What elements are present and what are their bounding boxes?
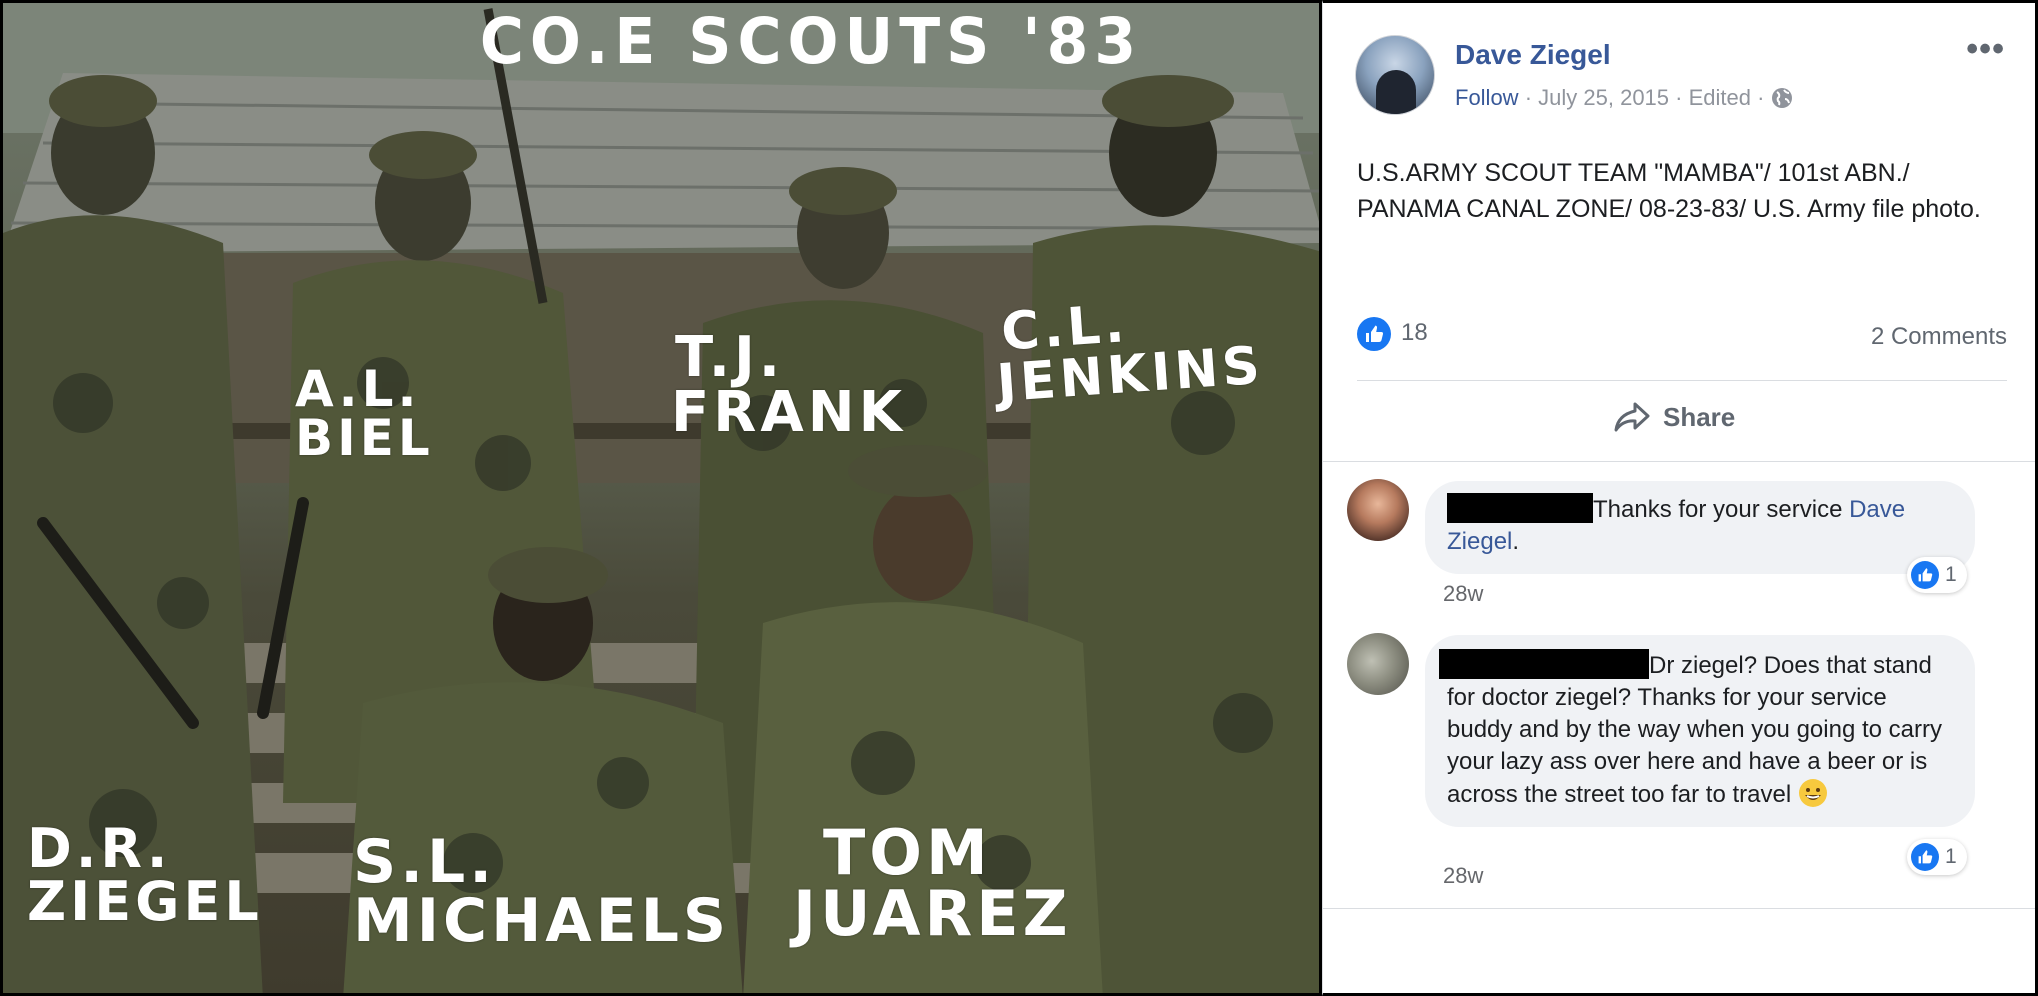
author-name[interactable]: Dave Ziegel	[1455, 39, 1611, 71]
comment-reaction[interactable]: 1	[1907, 839, 1967, 875]
comments-count-link[interactable]: 2 Comments	[1871, 323, 2007, 351]
meta-separator: ·	[1675, 85, 1683, 110]
post-text: U.S.ARMY SCOUT TEAM "MAMBA"/ 101st ABN./…	[1357, 159, 1981, 223]
comment-bubble: Thanks for your service Dave Ziegel.	[1425, 481, 1975, 574]
divider	[1357, 380, 2007, 381]
label-ziegel: D.R. ZIEGEL	[27, 817, 263, 933]
reaction-count: 1	[1945, 563, 1957, 586]
redacted-name	[1447, 493, 1593, 523]
share-button[interactable]: Share	[1613, 401, 1735, 433]
divider	[1323, 461, 2035, 462]
share-icon	[1614, 402, 1650, 432]
label-jenkins: C.L. JENKINS	[994, 294, 1266, 415]
share-label: Share	[1663, 401, 1736, 432]
commenter-avatar[interactable]	[1347, 479, 1409, 541]
comment-reaction[interactable]: 1	[1907, 557, 1967, 593]
post-meta: Follow · July 25, 2015 · Edited ·	[1455, 85, 1793, 111]
post-panel: Dave Ziegel Follow · July 25, 2015 · Edi…	[1322, 0, 2038, 996]
like-reaction-icon[interactable]	[1357, 317, 1391, 351]
post-date[interactable]: July 25, 2015	[1538, 85, 1669, 110]
comment-time[interactable]: 28w	[1443, 581, 1483, 607]
photo-caption: CO.E SCOUTS '83	[479, 5, 1143, 79]
edited-label[interactable]: Edited	[1689, 85, 1751, 110]
post-header: Dave Ziegel Follow · July 25, 2015 · Edi…	[1355, 32, 2005, 119]
comment-bubble: Dr ziegel? Does that stand for doctor zi…	[1425, 635, 1975, 827]
label-michaels: S.L. MICHAELS	[353, 827, 731, 956]
redacted-name	[1439, 649, 1649, 679]
label-biel: A.L. BIEL	[295, 360, 434, 467]
commenter-avatar[interactable]	[1347, 633, 1409, 695]
follow-link[interactable]: Follow	[1455, 85, 1519, 110]
meta-separator: ·	[1757, 85, 1765, 110]
grinning-face-icon	[1798, 778, 1828, 808]
label-juarez: TOM JUAREZ	[793, 816, 1072, 950]
comment-time[interactable]: 28w	[1443, 863, 1483, 889]
like-count[interactable]: 18	[1401, 319, 1428, 347]
globe-icon	[1771, 87, 1793, 109]
post-photo[interactable]: CO.E SCOUTS '83 A.L. BIEL T.J. FRANK C.L. J…	[0, 0, 1322, 996]
post-stats: 18 2 Comments	[1357, 313, 2007, 353]
author-avatar[interactable]	[1355, 35, 1435, 115]
like-icon	[1911, 561, 1939, 589]
comment-text: Thanks for your service	[1593, 496, 1850, 523]
divider	[1323, 908, 2035, 909]
comment-text-end: .	[1512, 528, 1520, 555]
label-frank: T.J. FRANK	[671, 325, 906, 445]
more-options-button[interactable]: •••	[1966, 32, 2005, 66]
meta-separator: ·	[1524, 85, 1533, 110]
like-icon	[1911, 843, 1939, 871]
reaction-count: 1	[1945, 845, 1957, 868]
